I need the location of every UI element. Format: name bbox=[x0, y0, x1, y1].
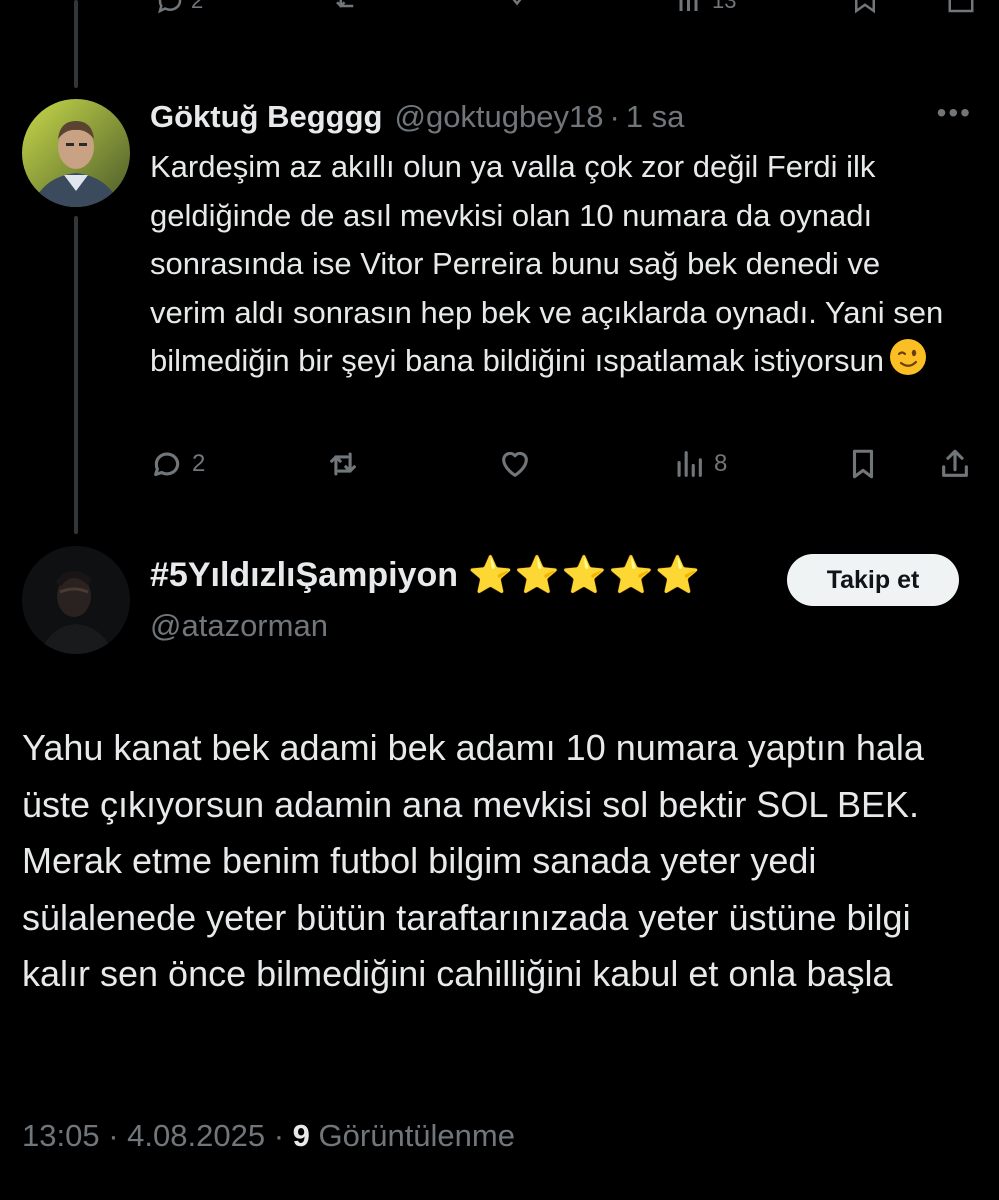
reply-count-previous: 2 bbox=[191, 0, 204, 13]
share-icon bbox=[948, 0, 974, 13]
retweet-icon bbox=[336, 0, 354, 8]
bookmark-icon bbox=[852, 449, 874, 479]
heart-icon bbox=[512, 0, 522, 6]
like-action-previous[interactable] bbox=[500, 0, 534, 16]
retweet-action-previous[interactable] bbox=[330, 0, 364, 16]
winking-face-emoji bbox=[890, 339, 927, 375]
like-button[interactable] bbox=[498, 447, 532, 481]
more-horizontal-icon[interactable]: ••• bbox=[937, 97, 972, 129]
view-count: 8 bbox=[714, 450, 728, 477]
reply-button[interactable]: 2 bbox=[150, 447, 205, 481]
main-author-name-row: #5YıldızlıŞampiyon ⭐⭐⭐⭐⭐ bbox=[150, 554, 702, 596]
bookmark-action-previous[interactable] bbox=[850, 0, 880, 16]
follow-button[interactable]: Takip et bbox=[787, 554, 959, 606]
views-action-previous[interactable]: 13 bbox=[676, 0, 736, 16]
reply-author-handle[interactable]: @goktugbey18 bbox=[394, 99, 603, 135]
tweet-date[interactable]: 4.08.2025 bbox=[127, 1118, 265, 1153]
tweet-meta: 13:05 · 4.08.2025 · 9 Görüntülenme bbox=[22, 1118, 515, 1154]
views-button[interactable]: 8 bbox=[672, 447, 727, 481]
star-emojis: ⭐⭐⭐⭐⭐ bbox=[467, 554, 703, 595]
user-photo-icon bbox=[22, 99, 130, 207]
reply-author-name[interactable]: Göktuğ Begggg bbox=[150, 99, 382, 135]
views-icon bbox=[679, 0, 698, 11]
reply-avatar[interactable] bbox=[22, 99, 130, 207]
retweet-icon bbox=[330, 452, 356, 476]
views-icon bbox=[677, 451, 702, 477]
reply-header: Göktuğ Begggg @goktugbey18 · 1 sa ••• bbox=[150, 95, 980, 139]
share-action-previous[interactable] bbox=[946, 0, 976, 16]
main-author-name[interactable]: #5YıldızlıŞampiyon bbox=[150, 556, 458, 595]
separator-dot: · bbox=[108, 1118, 119, 1153]
share-icon bbox=[942, 449, 968, 477]
reply-icon bbox=[154, 452, 180, 477]
reply-actions: 2 8 bbox=[150, 447, 980, 491]
view-count-previous: 13 bbox=[712, 0, 737, 13]
reply-text: Kardeşim az akıllı olun ya valla çok zor… bbox=[150, 149, 944, 378]
separator-dot: · bbox=[609, 99, 620, 134]
main-author-handle[interactable]: @atazorman bbox=[150, 608, 702, 644]
tweet-views-label: Görüntülenme bbox=[318, 1118, 515, 1153]
previous-tweet-actions: 2 13 bbox=[0, 0, 999, 40]
reply-action-previous[interactable]: 2 bbox=[155, 0, 203, 16]
tweet-time[interactable]: 13:05 bbox=[22, 1118, 100, 1153]
separator-dot: · bbox=[273, 1118, 285, 1153]
main-tweet-text: Yahu kanat bek adami bek adamı 10 numara… bbox=[22, 727, 924, 994]
main-avatar[interactable] bbox=[22, 546, 130, 654]
share-button[interactable] bbox=[938, 447, 972, 481]
bookmark-icon bbox=[855, 0, 875, 14]
reply-tweet[interactable]: Göktuğ Begggg @goktugbey18 · 1 sa ••• Ka… bbox=[150, 95, 980, 386]
retweet-button[interactable] bbox=[326, 447, 360, 481]
bookmark-button[interactable] bbox=[846, 447, 880, 481]
heart-icon bbox=[502, 451, 528, 477]
reply-count: 2 bbox=[192, 450, 206, 477]
reply-icon bbox=[158, 0, 182, 14]
reply-timestamp[interactable]: 1 sa bbox=[626, 99, 685, 135]
main-tweet-header: #5YıldızlıŞampiyon ⭐⭐⭐⭐⭐ @atazorman bbox=[150, 554, 702, 644]
thread-line-bottom bbox=[74, 216, 78, 534]
reply-body: Kardeşim az akıllı olun ya valla çok zor… bbox=[150, 143, 960, 386]
user-photo-icon bbox=[22, 546, 130, 654]
tweet-view-count: 9 bbox=[292, 1118, 310, 1153]
